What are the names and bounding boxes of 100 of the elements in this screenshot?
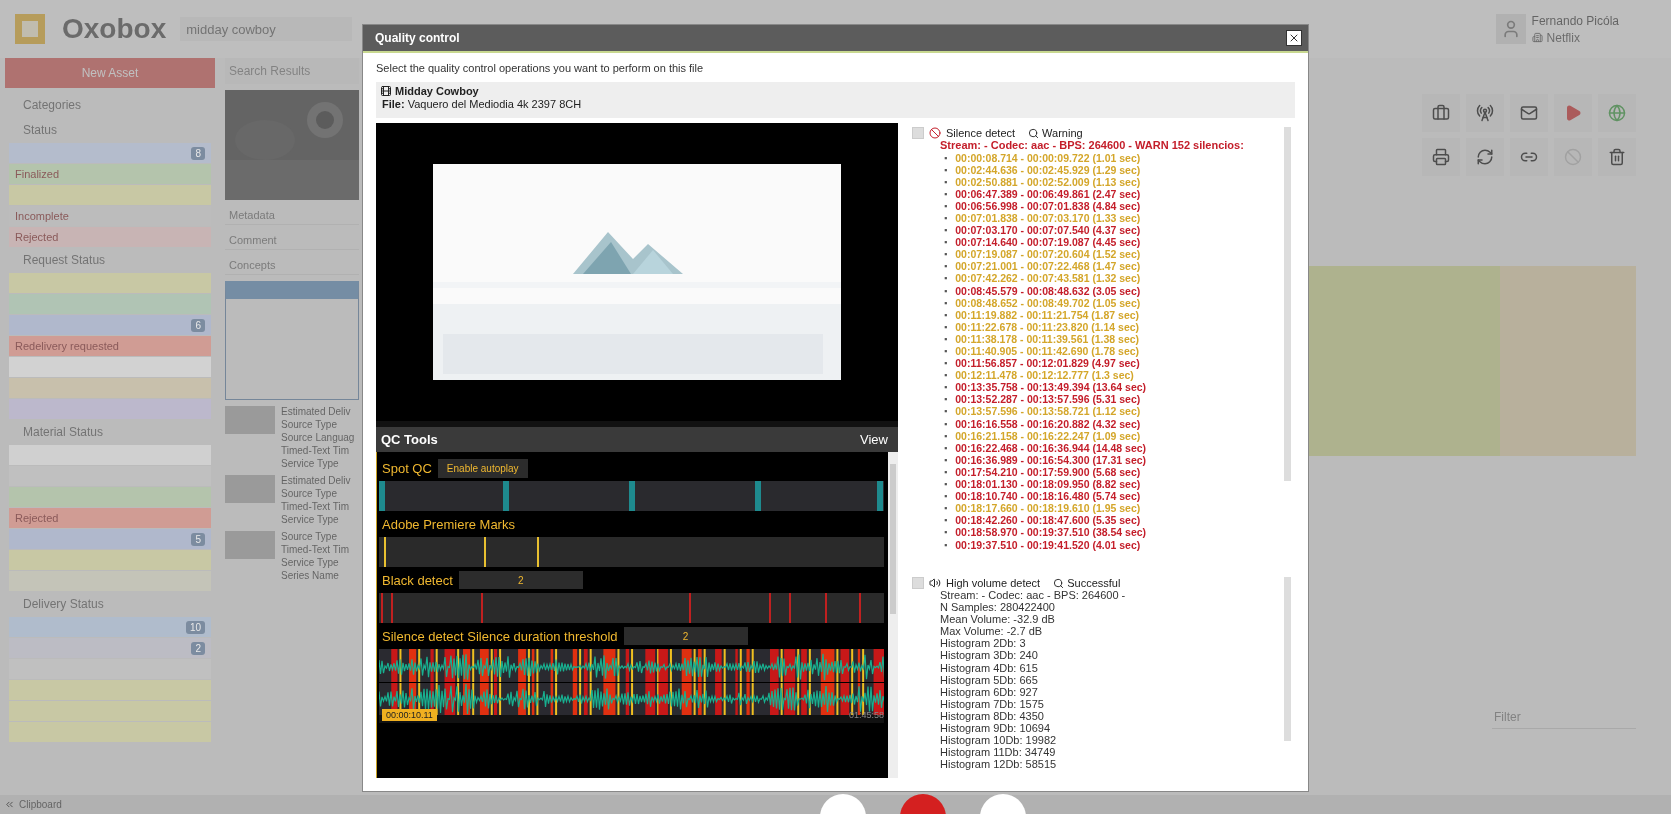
status-filter-row[interactable] xyxy=(9,466,211,486)
close-button[interactable] xyxy=(1286,30,1302,46)
result-line: Timed-Text Tim xyxy=(281,445,350,456)
scrollbar[interactable] xyxy=(1284,577,1291,741)
silence-entry: 00:07:19.087 - 00:07:20.604 (1.52 sec) xyxy=(955,248,1141,261)
search-field[interactable]: midday cowboy xyxy=(180,17,353,41)
bullet: ▪ xyxy=(944,405,948,418)
section-title: Request Status xyxy=(22,252,107,269)
speaker-icon xyxy=(929,577,941,589)
search-icon xyxy=(1053,577,1065,589)
autoplay-button[interactable]: Enable autoplay xyxy=(437,458,528,478)
bullet: ▪ xyxy=(944,199,948,212)
check-label: Silence detect xyxy=(946,127,1016,139)
globe-icon[interactable] xyxy=(1598,94,1636,132)
section-title: Delivery Status xyxy=(22,596,105,613)
bullet: ▪ xyxy=(944,260,948,273)
silence-entry: 00:18:10.740 - 00:18:16.480 (5.74 sec) xyxy=(955,490,1141,503)
bullet: ▪ xyxy=(944,417,948,430)
status-filter-row[interactable] xyxy=(9,357,211,377)
threshold-field[interactable]: 2 xyxy=(458,571,583,589)
result-line: Service Type xyxy=(281,514,340,525)
silence-entry: 00:00:08.714 - 00:00:09.722 (1.01 sec) xyxy=(955,151,1141,164)
volume-line: Histogram 9Db: 10694 xyxy=(939,722,1052,735)
section-title: Material Status xyxy=(22,424,105,441)
threshold-field[interactable]: 2 xyxy=(623,627,748,645)
refresh-icon[interactable] xyxy=(1466,138,1504,176)
silence-entry: 00:08:48.652 - 00:08:49.702 (1.05 sec) xyxy=(955,296,1141,309)
briefcase-icon[interactable] xyxy=(1422,94,1460,132)
close-icon xyxy=(1288,32,1300,44)
status-filter-row[interactable] xyxy=(9,399,211,419)
bullet: ▪ xyxy=(944,429,948,442)
volume-line: Stream: - Codec: aac - BPS: 264600 - xyxy=(939,589,1127,602)
status-filter-row[interactable]: Finalized xyxy=(9,164,211,184)
scrollbar[interactable] xyxy=(1284,127,1291,481)
mail-icon[interactable] xyxy=(1510,94,1548,132)
status-filter-row[interactable]: Redelivery requested xyxy=(9,336,211,356)
status-filter-row[interactable]: 5 xyxy=(9,529,211,549)
status-filter-row[interactable] xyxy=(9,487,211,507)
bullet: ▪ xyxy=(944,441,948,454)
bullet: ▪ xyxy=(944,224,948,237)
checkbox[interactable] xyxy=(912,577,924,589)
silence-entry: 00:18:58.970 - 00:19:37.510 (38.54 sec) xyxy=(955,526,1147,539)
qc-tools-title: QC Tools xyxy=(381,432,438,447)
result-line: Timed-Text Tim xyxy=(281,544,349,555)
play-icon[interactable] xyxy=(1554,94,1592,132)
bullet: ▪ xyxy=(944,453,948,466)
view-link[interactable]: View xyxy=(860,432,888,447)
volume-line: Histogram 2Db: 3 xyxy=(939,637,1027,650)
silence-entry: 00:08:45.579 - 00:08:48.632 (3.05 sec) xyxy=(955,284,1141,297)
status-filter-row[interactable] xyxy=(9,680,211,700)
status-filter-row[interactable]: Rejected xyxy=(9,508,211,528)
clipboard-label: Clipboard xyxy=(19,799,62,810)
bullet: ▪ xyxy=(944,357,948,370)
status-label: Rejected xyxy=(15,231,59,243)
result-line: Source Languag xyxy=(281,432,355,443)
link-icon[interactable] xyxy=(1510,138,1548,176)
status-filter-row[interactable]: 2 xyxy=(9,638,211,658)
trash-icon[interactable] xyxy=(1598,138,1636,176)
new-asset-button[interactable]: New Asset xyxy=(5,58,215,88)
bullet: ▪ xyxy=(944,211,948,225)
silence-entry: 00:18:17.660 - 00:18:19.610 (1.95 sec) xyxy=(955,502,1141,515)
status-filter-row[interactable] xyxy=(9,185,211,205)
result-line: Source Type xyxy=(281,419,338,430)
printer-icon[interactable] xyxy=(1422,138,1460,176)
status-filter-row[interactable] xyxy=(9,550,211,570)
bullet: ▪ xyxy=(944,175,948,188)
result-line: Source Type xyxy=(281,531,338,542)
silence-entry: 00:07:14.640 - 00:07:19.087 (4.45 sec) xyxy=(955,236,1141,249)
status-filter-row[interactable] xyxy=(9,294,211,314)
status-label: Rejected xyxy=(15,512,59,524)
silence-entry: 00:07:01.838 - 00:07:03.170 (1.33 sec) xyxy=(955,211,1141,225)
status-filter-row[interactable] xyxy=(9,273,211,293)
silence-entry: 00:06:47.389 - 00:06:49.861 (2.47 sec) xyxy=(955,187,1141,200)
volume-line: Histogram 10Db: 19982 xyxy=(939,734,1058,747)
radio-tower-icon[interactable] xyxy=(1466,94,1504,132)
filter-field[interactable]: Filter xyxy=(1492,706,1636,729)
end-time: 01:45:58 xyxy=(848,710,884,720)
scrollbar[interactable] xyxy=(888,452,898,778)
status-filter-row[interactable] xyxy=(9,378,211,398)
bullet: ▪ xyxy=(944,320,948,333)
film-icon xyxy=(380,85,392,97)
volume-line: Histogram 3Db: 240 xyxy=(939,649,1039,662)
bullet: ▪ xyxy=(944,490,948,503)
volume-line: Histogram 8Db: 4350 xyxy=(939,709,1045,723)
status-filter-row[interactable]: 8 xyxy=(9,143,211,163)
count-badge: 5 xyxy=(191,532,205,546)
status-filter-row[interactable]: 6 xyxy=(9,315,211,335)
silence-entry: 00:11:40.905 - 00:11:42.690 (1.78 sec) xyxy=(955,345,1140,358)
status-filter-row[interactable] xyxy=(9,659,211,679)
stream-summary: Stream: - Codec: aac - BPS: 264600 - WARN 152 silencios: xyxy=(939,139,1245,152)
volume-line: Histogram 5Db: 665 xyxy=(939,673,1039,686)
status-filter-row[interactable]: 10 xyxy=(9,617,211,637)
ban-icon[interactable] xyxy=(1554,138,1592,176)
dialog-title: Quality control xyxy=(375,31,460,45)
silence-entry: 00:07:21.001 - 00:07:22.468 (1.47 sec) xyxy=(955,260,1141,273)
clipboard-bar[interactable]: Clipboard xyxy=(0,795,1671,814)
checkbox[interactable] xyxy=(912,127,924,139)
status-filter-row[interactable]: Rejected xyxy=(9,227,211,247)
file-title: Midday Cowboy xyxy=(395,85,479,97)
silence-entry: 00:16:16.558 - 00:16:20.882 (4.32 sec) xyxy=(955,417,1141,430)
